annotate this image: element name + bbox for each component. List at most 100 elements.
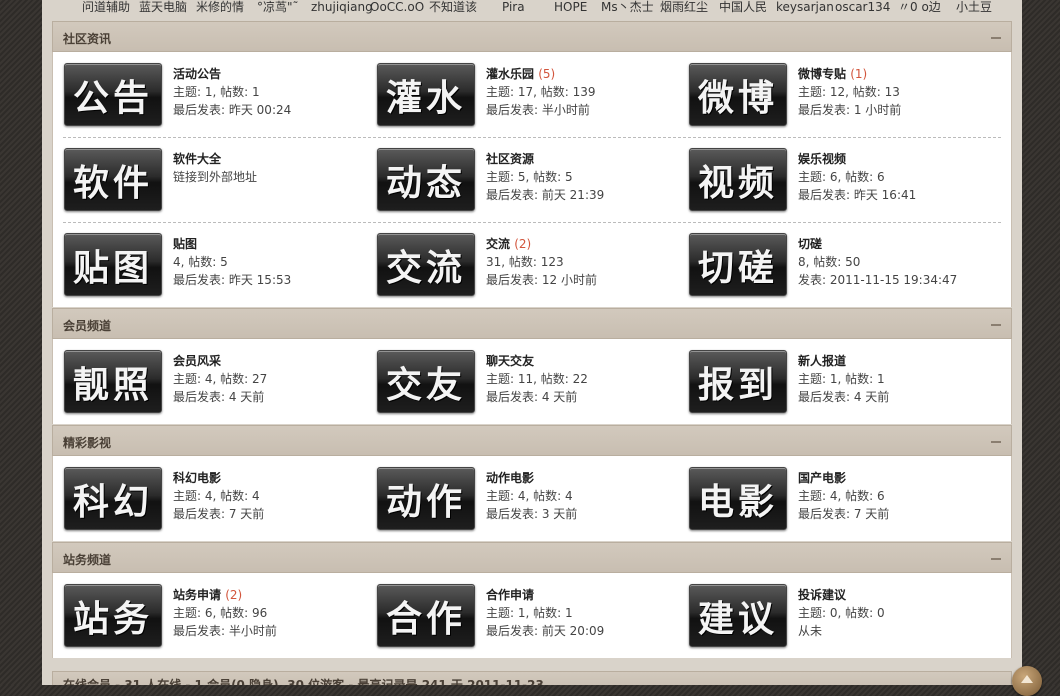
forum-item: 动态 社区资源 主题: 5, 帖数: 5 最后发表: 前天 21:39 xyxy=(377,148,677,214)
collapse-icon[interactable] xyxy=(991,558,1001,560)
forum-last-post: 从未 xyxy=(798,624,823,638)
forum-name-link[interactable]: 微博专贴 xyxy=(798,67,846,81)
forum-item: 交友 聊天交友 主题: 11, 帖数: 22 最后发表: 4 天前 xyxy=(377,350,677,416)
online-user-link[interactable]: 问道辅助 xyxy=(82,0,130,15)
forum-stats: 主题: 1, 帖数: 1 xyxy=(173,85,260,99)
forum-last-post: 最后发表: 12 小时前 xyxy=(486,273,597,287)
forum-icon[interactable]: 交流 xyxy=(377,233,475,296)
forum-item: 灌水 灌水乐园 (5) 主题: 17, 帖数: 139 最后发表: 半小时前 xyxy=(377,63,677,129)
forum-last-post: 最后发表: 7 天前 xyxy=(173,507,265,521)
forum-last-post: 最后发表: 半小时前 xyxy=(486,103,590,117)
forum-icon[interactable]: 灌水 xyxy=(377,63,475,126)
forum-name-link[interactable]: 合作申请 xyxy=(486,588,534,602)
online-user-link[interactable]: Ms丶杰士 xyxy=(601,0,654,15)
forum-icon[interactable]: 科幻 xyxy=(64,467,162,530)
forum-name-link[interactable]: 聊天交友 xyxy=(486,354,534,368)
forum-name-link[interactable]: 灌水乐园 xyxy=(486,67,534,81)
forum-name-container: 软件大全 xyxy=(173,150,221,167)
forum-icon[interactable]: 建议 xyxy=(689,584,787,647)
online-user-link[interactable]: 烟雨红尘 xyxy=(660,0,708,15)
online-user-link[interactable]: oscar134 xyxy=(835,0,890,15)
forum-icon[interactable]: 报到 xyxy=(689,350,787,413)
forum-icon[interactable]: 合作 xyxy=(377,584,475,647)
forum-icon[interactable]: 视频 xyxy=(689,148,787,211)
forum-name-link[interactable]: 新人报道 xyxy=(798,354,846,368)
new-posts-count: (2) xyxy=(514,237,532,251)
forum-last-post: 最后发表: 半小时前 xyxy=(173,624,277,638)
online-user-link[interactable]: 〃0 o边 xyxy=(898,0,941,15)
online-info-text: 在线会员 - 31 人在线 - 1 会员(0 隐身), 30 位游客 - 最高记… xyxy=(63,678,544,685)
forum-icon[interactable]: 微博 xyxy=(689,63,787,126)
forum-stats: 主题: 4, 帖数: 6 xyxy=(798,489,885,503)
forum-icon[interactable]: 公告 xyxy=(64,63,162,126)
online-user-link[interactable]: OoCC.oO xyxy=(370,0,424,15)
forum-stats: 主题: 6, 帖数: 6 xyxy=(798,170,885,184)
forum-name-link[interactable]: 活动公告 xyxy=(173,67,221,81)
collapse-icon[interactable] xyxy=(991,37,1001,39)
forum-item: 视频 娱乐视频 主题: 6, 帖数: 6 最后发表: 昨天 16:41 xyxy=(689,148,989,214)
online-user-link[interactable]: 不知道该 xyxy=(429,0,477,15)
forum-name-link[interactable]: 站务申请 xyxy=(173,588,221,602)
online-user-link[interactable]: 小土豆 xyxy=(956,0,992,15)
forum-stats: 主题: 1, 帖数: 1 xyxy=(486,606,573,620)
forum-name-link[interactable]: 会员风采 xyxy=(173,354,221,368)
forum-item: 科幻 科幻电影主题: 4, 帖数: 4 最后发表: 7 天前 xyxy=(64,467,364,533)
online-user-link[interactable]: 中国人民 xyxy=(719,0,767,15)
forum-name-container: 会员风采 xyxy=(173,352,221,369)
online-info-bar: 在线会员 - 31 人在线 - 1 会员(0 隐身), 30 位游客 - 最高记… xyxy=(52,671,1012,685)
forum-icon[interactable]: 电影 xyxy=(689,467,787,530)
forum-last-post: 最后发表: 昨天 15:53 xyxy=(173,273,292,287)
forum-last-post: 最后发表: 7 天前 xyxy=(798,507,890,521)
forum-stats: 主题: 1, 帖数: 1 xyxy=(798,372,885,386)
forum-name-container: 投诉建议 xyxy=(798,586,846,603)
forum-last-post: 最后发表: 4 天前 xyxy=(798,390,890,404)
forum-stats: 主题: 0, 帖数: 0 xyxy=(798,606,885,620)
forum-stats: 链接到外部地址 xyxy=(173,170,258,184)
collapse-icon[interactable] xyxy=(991,441,1001,443)
online-user-link[interactable]: 米修的情 xyxy=(196,0,244,15)
forum-name-link[interactable]: 贴图 xyxy=(173,237,197,251)
forum-stats: 主题: 4, 帖数: 4 xyxy=(173,489,260,503)
online-user-link[interactable]: zhujiqiang xyxy=(311,0,373,15)
forum-icon[interactable]: 软件 xyxy=(64,148,162,211)
forum-name-link[interactable]: 动作电影 xyxy=(486,471,534,485)
forum-name-link[interactable]: 国产电影 xyxy=(798,471,846,485)
forum-icon[interactable]: 动态 xyxy=(377,148,475,211)
forum-name-link[interactable]: 社区资源 xyxy=(486,152,534,166)
forum-stats: 主题: 5, 帖数: 5 xyxy=(486,170,573,184)
forum-icon[interactable]: 站务 xyxy=(64,584,162,647)
forum-name-link[interactable]: 科幻电影 xyxy=(173,471,221,485)
collapse-icon[interactable] xyxy=(991,324,1001,326)
online-user-link[interactable]: °凉茑"˜ xyxy=(257,0,299,15)
forum-item: 交流 交流 (2) 31, 帖数: 123 最后发表: 12 小时前 xyxy=(377,233,677,299)
forum-stats: 主题: 12, 帖数: 13 xyxy=(798,85,900,99)
scroll-to-top-button[interactable] xyxy=(1012,666,1042,696)
forum-page: 问道辅助 蓝天电脑 米修的情 °凉茑"˜ zhujiqiang OoCC.oO 不知道该 Pi… xyxy=(42,0,1022,685)
forum-item: 报到 新人报道主题: 1, 帖数: 1 最后发表: 4 天前 xyxy=(689,350,989,416)
section-header: 会员频道 xyxy=(52,308,1012,339)
forum-icon[interactable]: 交友 xyxy=(377,350,475,413)
forum-name-container: 合作申请 xyxy=(486,586,534,603)
forum-icon[interactable]: 靓照 xyxy=(64,350,162,413)
forum-name-link[interactable]: 切磋 xyxy=(798,237,822,251)
online-user-link[interactable]: 蓝天电脑 xyxy=(139,0,187,15)
forum-name-container: 娱乐视频 xyxy=(798,150,846,167)
forum-name-container: 国产电影 xyxy=(798,469,846,486)
online-user-link[interactable]: Pira xyxy=(502,0,525,15)
forum-icon[interactable]: 动作 xyxy=(377,467,475,530)
row-divider xyxy=(63,222,1001,223)
forum-icon[interactable]: 切磋 xyxy=(689,233,787,296)
forum-name-link[interactable]: 投诉建议 xyxy=(798,588,846,602)
forum-name-container: 聊天交友 xyxy=(486,352,534,369)
online-user-link[interactable]: HOPE xyxy=(554,0,587,15)
online-user-link[interactable]: keysarjan xyxy=(776,0,834,15)
forum-item: 站务 站务申请 (2) 主题: 6, 帖数: 96 最后发表: 半小时前 xyxy=(64,584,364,650)
section-title: 会员频道 xyxy=(63,319,112,333)
forum-name-link[interactable]: 软件大全 xyxy=(173,152,221,166)
forum-icon[interactable]: 贴图 xyxy=(64,233,162,296)
forum-name-container: 微博专贴 (1) xyxy=(798,65,867,82)
forum-item: 动作 动作电影 主题: 4, 帖数: 4 最后发表: 3 天前 xyxy=(377,467,677,533)
forum-name-link[interactable]: 娱乐视频 xyxy=(798,152,846,166)
new-posts-count: (5) xyxy=(538,67,556,81)
forum-name-link[interactable]: 交流 xyxy=(486,237,510,251)
